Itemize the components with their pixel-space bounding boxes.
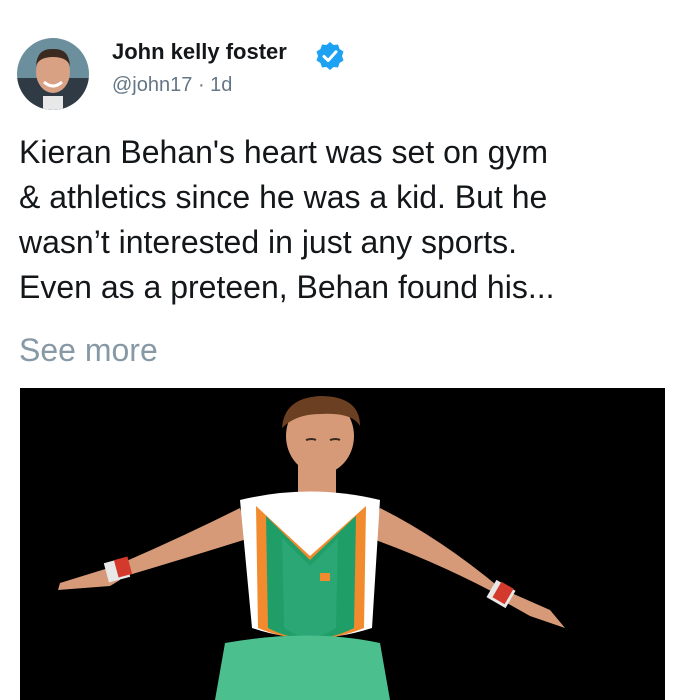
tweet-meta: @john17 · 1d: [112, 74, 232, 97]
tweet-photo[interactable]: [20, 388, 665, 700]
tweet-text-line: Kieran Behan's heart was set on gym: [19, 134, 549, 170]
author-handle[interactable]: @john17: [112, 74, 192, 96]
verified-badge-icon: [314, 40, 346, 72]
tweet-text-line: & athletics since he was a kid. But he: [19, 179, 548, 215]
avatar[interactable]: [17, 38, 89, 110]
see-more-link[interactable]: See more: [19, 330, 158, 370]
tweet-text-line: Even as a preteen, Behan found his...: [19, 269, 555, 305]
tweet-card[interactable]: John kelly foster @john17 · 1d Kieran Be…: [0, 0, 700, 700]
tweet-text-line: wasn’t interested in just any sports.: [19, 224, 518, 260]
author-display-name[interactable]: John kelly foster: [112, 39, 287, 65]
tweet-text: Kieran Behan's heart was set on gym & at…: [19, 130, 689, 310]
meta-separator: ·: [197, 74, 205, 96]
tweet-timestamp[interactable]: 1d: [210, 74, 232, 96]
